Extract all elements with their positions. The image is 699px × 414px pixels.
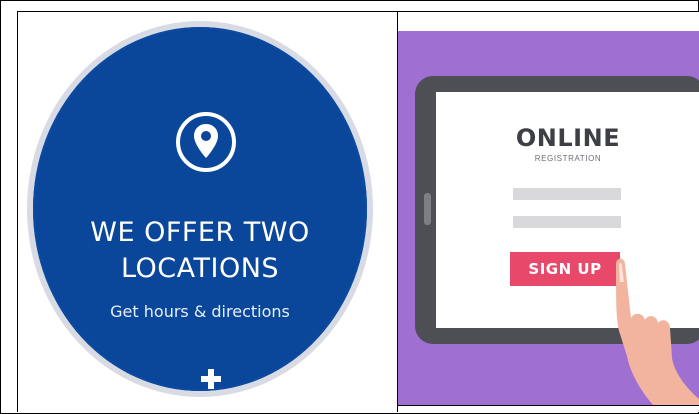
headline-line2: LOCATIONS <box>120 253 280 284</box>
locations-circle[interactable] <box>33 27 367 391</box>
plus-icon[interactable] <box>199 367 223 391</box>
form-field-2[interactable] <box>513 216 621 228</box>
headline-line1: WE OFFER TWO <box>90 217 310 248</box>
hours-directions-link[interactable]: Get hours & directions <box>27 302 373 321</box>
locations-card[interactable]: WE OFFER TWO LOCATIONS Get hours & direc… <box>27 21 373 397</box>
tablet-side-button <box>424 193 431 225</box>
form-field-1[interactable] <box>513 188 621 200</box>
location-pin-icon <box>194 124 218 158</box>
registration-subtitle: REGISTRATION <box>534 154 602 163</box>
online-title: ONLINE <box>515 124 621 152</box>
pointing-hand-icon <box>616 258 699 405</box>
cell-divider <box>398 405 699 406</box>
